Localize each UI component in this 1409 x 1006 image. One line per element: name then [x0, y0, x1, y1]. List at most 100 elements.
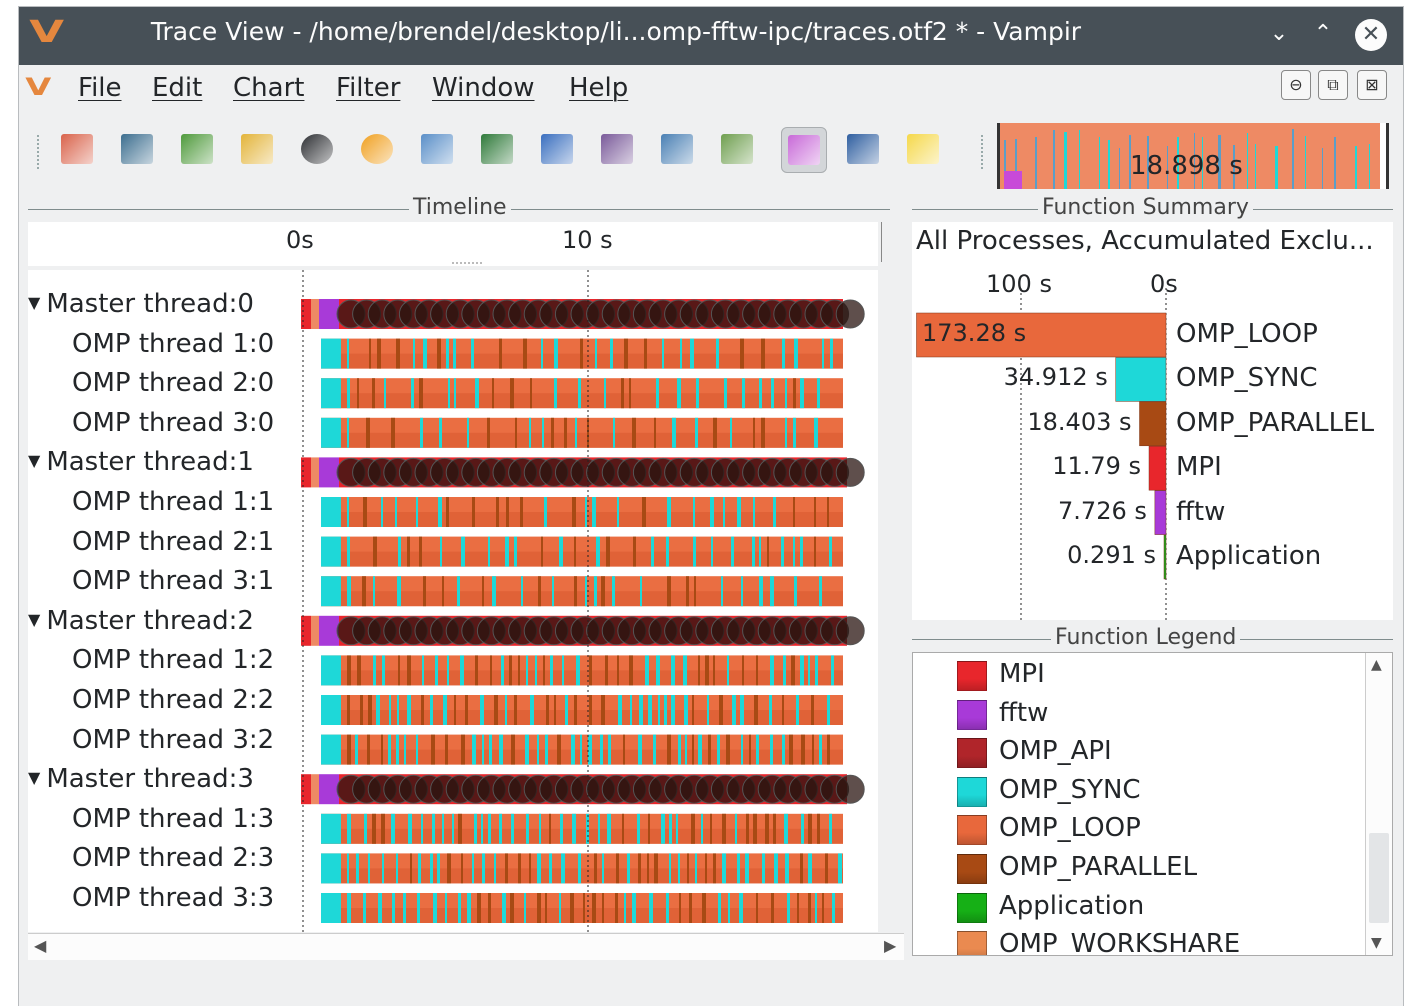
tool-button-function-summary[interactable]	[295, 127, 339, 171]
omp-sync-segment	[433, 893, 437, 923]
omp-sync-segment	[793, 497, 795, 527]
omp-sync-segment	[407, 655, 411, 686]
timeline-ruler[interactable]: 0s 10 s	[28, 222, 878, 266]
omp-sync-segment	[783, 655, 786, 686]
omp-sync-segment	[671, 695, 675, 725]
fftw-segment	[319, 457, 339, 488]
tool-button-communication-matrix[interactable]	[475, 127, 519, 171]
scroll-down-icon[interactable]: ▼	[1371, 935, 1382, 951]
menu-edit[interactable]: Edit	[152, 73, 202, 103]
minimize-button[interactable]: ⌄	[1263, 21, 1295, 46]
panel-splitter[interactable]	[881, 222, 884, 262]
function-legend[interactable]: MPI fftw OMP_API OMP_SYNC OMP_LOOP OMP_PARALL…	[912, 652, 1393, 956]
omp-sync-segment	[457, 576, 460, 607]
omp-sync-segment	[446, 497, 449, 527]
tool-button-marker-view[interactable]	[715, 127, 759, 171]
scrollbar-thumb[interactable]	[1369, 833, 1389, 923]
omp-sync-segment	[472, 853, 474, 884]
omp-sync-segment	[796, 695, 799, 725]
omp-sync-segment	[656, 378, 659, 409]
legend-scrollbar[interactable]: ▲ ▼	[1365, 653, 1392, 955]
tool-button-io-summary[interactable]	[535, 127, 579, 171]
timeline-canvas[interactable]	[28, 270, 878, 932]
title-bar[interactable]: V Trace View - /home/brendel/desktop/li.…	[19, 7, 1403, 65]
omp-sync-segment	[829, 813, 832, 844]
omp-sync-segment	[644, 338, 647, 369]
omp-sync-segment	[827, 497, 829, 527]
omp-sync-segment	[363, 497, 367, 527]
omp-sync-segment	[784, 813, 788, 844]
tool-button-master-timeline[interactable]	[55, 127, 99, 171]
mdi-close-button[interactable]: ⊠	[1357, 70, 1387, 100]
omp-sync-segment	[601, 695, 605, 725]
app-menu-logo-icon[interactable]: V	[25, 73, 51, 101]
tool-button-function-legend[interactable]	[781, 127, 827, 173]
tool-button-call-tree[interactable]	[595, 127, 639, 171]
toolbar-grip-icon[interactable]	[981, 135, 987, 169]
pie-chart-icon	[361, 134, 393, 164]
scroll-right-icon[interactable]: ▶	[884, 936, 896, 955]
omp-sync-segment	[494, 853, 496, 884]
timeline-scrollbar[interactable]: ◀ ▶	[28, 933, 904, 960]
mdi-restore-button[interactable]: ⧉	[1318, 70, 1348, 100]
omp-sync-segment	[667, 734, 671, 765]
tool-button-context-view[interactable]	[655, 127, 699, 171]
master-timeline[interactable]: ▼ Master thread:0 OMP thread 1:0 OMP thread…	[28, 270, 878, 932]
omp-sync-segment	[753, 497, 755, 527]
menu-help[interactable]: Help	[569, 73, 628, 103]
tool-button-pie-chart[interactable]	[355, 127, 399, 171]
omp-sync-segment	[445, 734, 448, 765]
tool-button-lightbulb[interactable]	[901, 127, 945, 171]
omp-sync-segment	[360, 695, 363, 725]
omp-sync-segment	[381, 497, 383, 527]
overview-bar	[1108, 140, 1110, 189]
performance-radar-icon	[241, 134, 273, 164]
omp-sync-segment	[815, 655, 818, 686]
omp-sync-segment	[542, 417, 544, 448]
omp-sync-segment	[623, 734, 625, 765]
omp-sync-segment	[616, 853, 619, 884]
omp-sync-segment	[769, 695, 772, 725]
omp-sync-segment	[549, 813, 551, 844]
omp-sync-segment	[488, 536, 490, 567]
tool-button-message-summary[interactable]	[415, 127, 459, 171]
scroll-left-icon[interactable]: ◀	[34, 936, 46, 955]
omp-sync-segment	[545, 893, 547, 923]
omp-sync-segment	[355, 734, 358, 765]
tool-button-pin[interactable]	[841, 127, 885, 171]
bar-name-label: MPI	[1176, 452, 1222, 483]
mdi-minimize-button[interactable]: ⊖	[1281, 70, 1311, 100]
function-summary-chart[interactable]: All Processes, Accumulated Exclu... 100 …	[912, 222, 1393, 620]
omp-sync-segment	[523, 338, 527, 369]
omp-sync-segment	[830, 338, 833, 369]
omp-sync-segment	[694, 576, 696, 607]
maximize-button[interactable]: ⌃	[1307, 21, 1339, 46]
close-button[interactable]: ✕	[1355, 19, 1387, 51]
menu-file[interactable]: File	[78, 73, 122, 103]
omp-sync-segment	[524, 893, 526, 923]
tool-button-process-timeline[interactable]	[115, 127, 159, 171]
menu-chart[interactable]: Chart	[233, 73, 304, 103]
overview-bar	[1275, 146, 1278, 189]
tool-button-performance-radar[interactable]	[235, 127, 279, 171]
menu-filter[interactable]: Filter	[336, 73, 400, 103]
omp-sync-segment	[541, 338, 543, 369]
toolbar-grip-icon[interactable]	[37, 135, 43, 169]
omp-sync-segment	[321, 378, 341, 409]
zoom-overview-bar[interactable]: 18.898 s	[997, 123, 1389, 189]
omp-sync-segment	[378, 893, 382, 923]
omp-sync-segment	[632, 893, 636, 923]
omp-sync-segment	[825, 853, 828, 884]
scroll-up-icon[interactable]: ▲	[1371, 657, 1382, 673]
omp-loop-shade	[321, 512, 843, 527]
omp-sync-segment	[640, 576, 642, 607]
omp-sync-segment	[347, 497, 349, 527]
splitter-handle[interactable]	[452, 262, 482, 264]
color-swatch	[957, 854, 987, 884]
omp-sync-segment	[585, 497, 587, 527]
tool-button-counter-timeline[interactable]	[175, 127, 219, 171]
bar-omp_sync	[1115, 357, 1167, 402]
omp-sync-segment	[676, 813, 678, 844]
vampir-window: V Trace View - /home/brendel/desktop/li.…	[18, 6, 1404, 1006]
menu-window[interactable]: Window	[432, 73, 535, 103]
